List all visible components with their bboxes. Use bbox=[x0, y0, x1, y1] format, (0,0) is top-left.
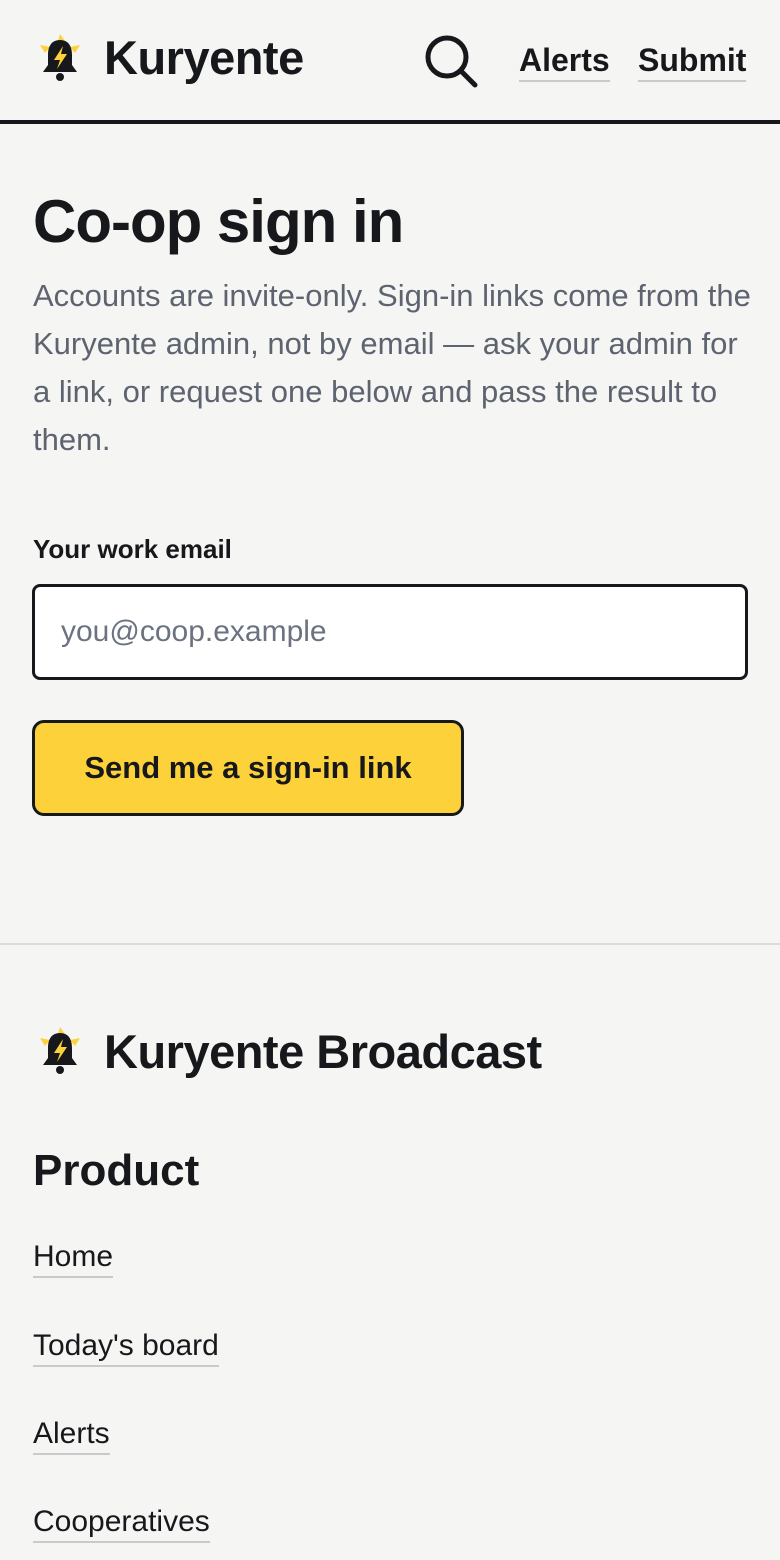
site-header: Kuryente Alerts Submit bbox=[0, 0, 780, 124]
nav-alerts-link[interactable]: Alerts bbox=[519, 40, 610, 82]
page-title: Co-op sign in bbox=[33, 188, 404, 255]
email-label: Your work email bbox=[33, 534, 232, 564]
intro-text: Accounts are invite-only. Sign-in links … bbox=[33, 278, 751, 457]
brand-name[interactable]: Kuryente bbox=[104, 28, 304, 88]
footer-link-cooperatives[interactable]: Cooperatives bbox=[33, 1503, 210, 1543]
email-field[interactable] bbox=[32, 584, 748, 680]
send-sign-in-link-button[interactable]: Send me a sign-in link bbox=[32, 720, 464, 816]
footer-link-home[interactable]: Home bbox=[33, 1238, 114, 1278]
bell-bolt-icon[interactable] bbox=[36, 33, 84, 83]
bell-bolt-icon bbox=[36, 1026, 84, 1076]
nav-submit-link[interactable]: Submit bbox=[638, 40, 747, 82]
footer-link-alerts[interactable]: Alerts bbox=[33, 1415, 110, 1455]
footer-section-heading: Product bbox=[33, 1146, 200, 1195]
footer-link-todays-board[interactable]: Today's board bbox=[33, 1327, 219, 1367]
search-icon[interactable] bbox=[420, 30, 480, 90]
footer-divider bbox=[0, 943, 780, 945]
footer-brand-name: Kuryente Broadcast bbox=[104, 1025, 542, 1078]
